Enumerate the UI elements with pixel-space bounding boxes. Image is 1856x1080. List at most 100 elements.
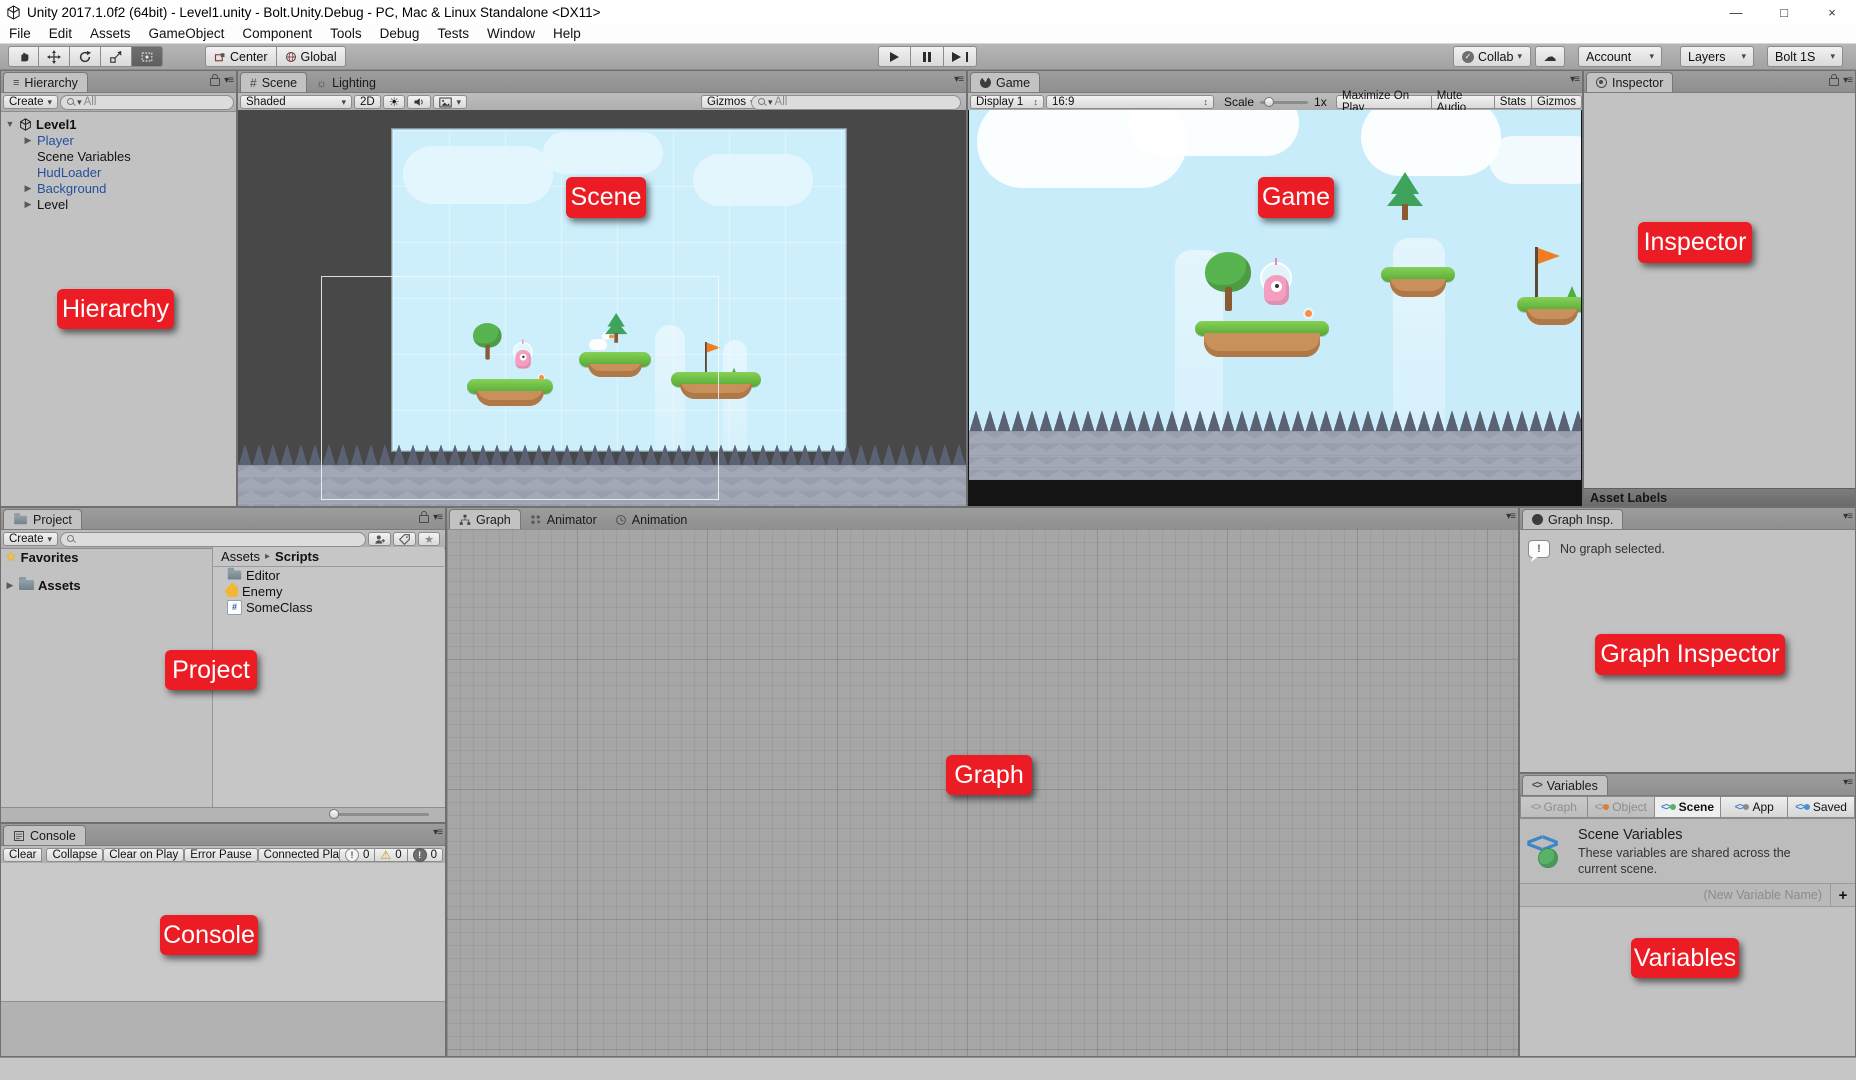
- console-warning-filter[interactable]: ⚠0: [375, 848, 407, 862]
- expand-arrow-icon[interactable]: ▶: [5, 580, 15, 591]
- lock-icon[interactable]: [210, 78, 220, 86]
- scene-audio-toggle[interactable]: [407, 95, 431, 109]
- asset-item-someclass[interactable]: #SomeClass: [213, 599, 444, 615]
- scale-tool-button[interactable]: [101, 46, 132, 67]
- breadcrumb-scripts[interactable]: Scripts: [275, 549, 319, 564]
- scale-slider-knob[interactable]: [1264, 97, 1274, 107]
- tab-animation[interactable]: Animation: [606, 510, 697, 529]
- pause-button[interactable]: [911, 46, 944, 67]
- aspect-ratio-dropdown[interactable]: 16:9↕: [1046, 95, 1214, 109]
- tab-inspector[interactable]: Inspector: [1586, 72, 1673, 92]
- tab-graph-insp[interactable]: Graph Insp.: [1522, 509, 1623, 529]
- scope-tab-app[interactable]: <>App: [1721, 796, 1788, 818]
- project-search-input[interactable]: [60, 532, 366, 547]
- panel-menu-icon[interactable]: ▾≡: [433, 827, 442, 838]
- hierarchy-create-button[interactable]: Create▾: [3, 95, 58, 109]
- step-button[interactable]: [944, 46, 977, 67]
- menu-tools[interactable]: Tools: [321, 26, 371, 41]
- menu-component[interactable]: Component: [233, 26, 321, 41]
- scope-tab-object[interactable]: <>Object: [1588, 796, 1655, 818]
- tab-project[interactable]: Project: [3, 509, 82, 529]
- menu-debug[interactable]: Debug: [371, 26, 429, 41]
- scene-viewport[interactable]: [238, 110, 966, 506]
- tab-variables[interactable]: <>Variables: [1522, 775, 1608, 795]
- close-button[interactable]: ×: [1808, 0, 1856, 24]
- tab-lighting[interactable]: ☼Lighting: [307, 73, 385, 92]
- asset-item-enemy[interactable]: Enemy: [213, 583, 444, 599]
- scope-tab-saved[interactable]: <>Saved: [1788, 796, 1855, 818]
- panel-menu-icon[interactable]: ▾≡: [1506, 511, 1515, 522]
- game-gizmos-button[interactable]: Gizmos: [1532, 95, 1582, 109]
- rect-tool-button[interactable]: [132, 46, 163, 67]
- 2d-toggle-button[interactable]: 2D: [354, 95, 381, 109]
- menu-edit[interactable]: Edit: [40, 26, 81, 41]
- project-create-button[interactable]: Create▾: [3, 532, 58, 546]
- collab-button[interactable]: ✓ Collab▾: [1453, 46, 1531, 67]
- tab-scene[interactable]: #Scene: [240, 72, 307, 92]
- layers-button[interactable]: Layers▾: [1680, 46, 1754, 67]
- asset-item-editor[interactable]: Editor: [213, 567, 444, 583]
- scope-tab-graph[interactable]: <>Graph: [1520, 796, 1588, 818]
- asset-labels-bar[interactable]: Asset Labels: [1584, 488, 1855, 506]
- rotate-tool-button[interactable]: [70, 46, 101, 67]
- new-variable-input[interactable]: (New Variable Name): [1520, 884, 1831, 906]
- menu-file[interactable]: File: [0, 26, 40, 41]
- console-clear-button[interactable]: Clear: [3, 848, 42, 862]
- stats-button[interactable]: Stats: [1495, 95, 1532, 109]
- scene-row-level1[interactable]: ▼ Level1: [1, 116, 236, 132]
- account-button[interactable]: Account▾: [1578, 46, 1662, 67]
- menu-help[interactable]: Help: [544, 26, 590, 41]
- panel-menu-icon[interactable]: ▾≡: [1843, 777, 1852, 788]
- shading-mode-dropdown[interactable]: Shaded▾: [240, 95, 352, 109]
- expand-arrow-icon[interactable]: ▶: [23, 199, 33, 210]
- scene-search-input[interactable]: ▾All: [751, 95, 961, 110]
- project-favorites-row[interactable]: ★Favorites: [1, 547, 212, 567]
- hierarchy-item-player[interactable]: ▶Player: [1, 132, 236, 148]
- search-by-type-button[interactable]: [368, 532, 391, 546]
- mute-audio-button[interactable]: Mute Audio: [1432, 95, 1495, 109]
- scene-effects-dropdown[interactable]: ▾: [433, 95, 467, 109]
- maximize-button[interactable]: □: [1760, 0, 1808, 24]
- scale-slider[interactable]: [1260, 101, 1308, 104]
- hierarchy-item-hudloader[interactable]: HudLoader: [1, 164, 236, 180]
- minimize-button[interactable]: —: [1712, 0, 1760, 24]
- tab-animator[interactable]: Animator: [521, 510, 606, 529]
- menu-window[interactable]: Window: [478, 26, 544, 41]
- display-dropdown[interactable]: Display 1↕: [970, 95, 1044, 109]
- tab-graph[interactable]: Graph: [449, 509, 521, 529]
- hand-tool-button[interactable]: [8, 46, 39, 67]
- menu-tests[interactable]: Tests: [428, 26, 478, 41]
- layout-button[interactable]: Bolt 1S▾: [1767, 46, 1843, 67]
- console-error-pause-button[interactable]: Error Pause: [184, 848, 257, 862]
- pivot-toggle-button[interactable]: Center: [205, 46, 277, 67]
- menu-gameobject[interactable]: GameObject: [140, 26, 234, 41]
- console-clear-on-play-button[interactable]: Clear on Play: [103, 848, 184, 862]
- zoom-slider-knob[interactable]: [329, 809, 339, 819]
- hierarchy-search-input[interactable]: ▾All: [60, 95, 234, 110]
- game-viewport[interactable]: [968, 110, 1582, 506]
- console-detail-pane[interactable]: [1, 1001, 445, 1056]
- maximize-on-play-button[interactable]: Maximize On Play: [1336, 95, 1432, 109]
- scene-lighting-toggle[interactable]: ☀: [383, 95, 406, 109]
- play-button[interactable]: [878, 46, 911, 67]
- thumbnail-zoom-slider[interactable]: [329, 813, 429, 816]
- expand-arrow-icon[interactable]: ▶: [23, 135, 33, 146]
- console-info-filter[interactable]: !0: [339, 848, 375, 862]
- panel-menu-icon[interactable]: ▾≡: [433, 512, 442, 523]
- panel-menu-icon[interactable]: ▾≡: [224, 75, 233, 86]
- search-by-label-button[interactable]: [393, 532, 416, 546]
- menu-assets[interactable]: Assets: [81, 26, 140, 41]
- scope-tab-scene[interactable]: <>Scene: [1655, 796, 1722, 818]
- console-collapse-button[interactable]: Collapse: [46, 848, 103, 862]
- expand-arrow-icon[interactable]: ▼: [5, 119, 15, 129]
- panel-menu-icon[interactable]: ▾≡: [1570, 74, 1579, 85]
- panel-menu-icon[interactable]: ▾≡: [1843, 511, 1852, 522]
- move-tool-button[interactable]: [39, 46, 70, 67]
- tab-hierarchy[interactable]: ≡Hierarchy: [3, 72, 88, 92]
- expand-arrow-icon[interactable]: ▶: [23, 183, 33, 194]
- hierarchy-item-level[interactable]: ▶Level: [1, 196, 236, 212]
- tab-game[interactable]: Game: [970, 72, 1040, 92]
- hierarchy-item-background[interactable]: ▶Background: [1, 180, 236, 196]
- lock-icon[interactable]: [1829, 78, 1839, 86]
- add-variable-button[interactable]: +: [1831, 887, 1855, 904]
